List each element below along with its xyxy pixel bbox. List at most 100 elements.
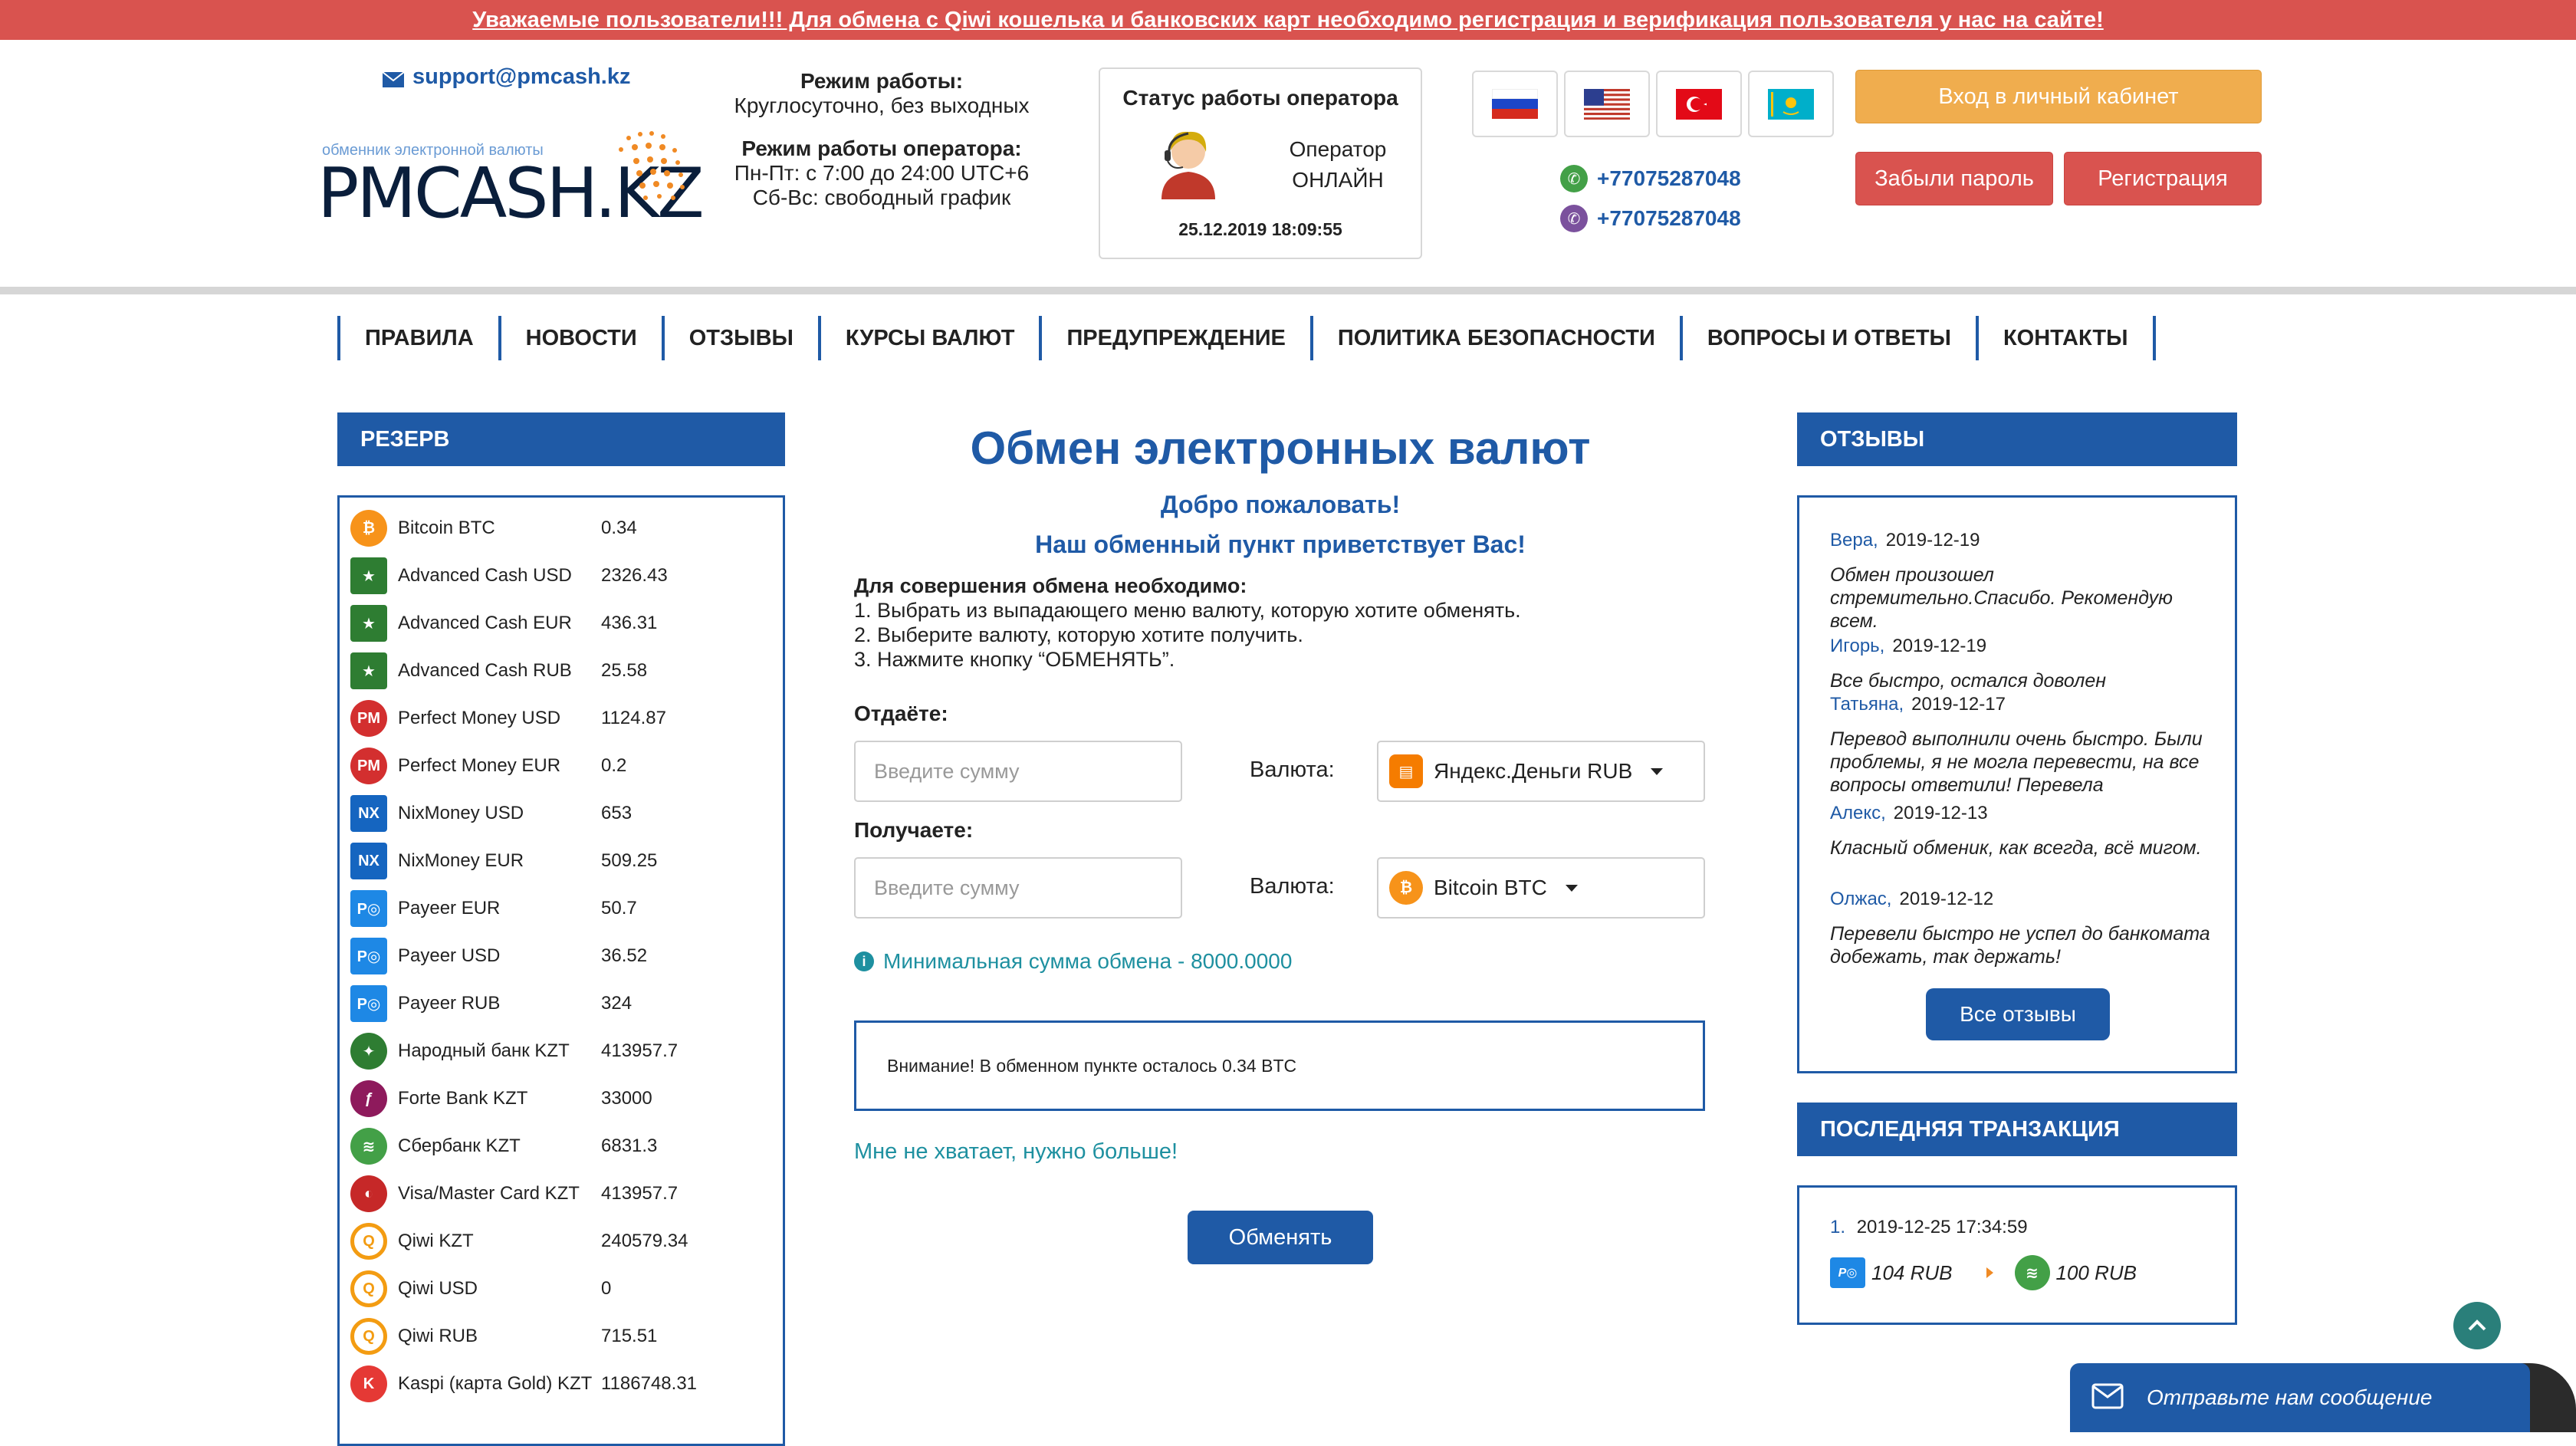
reserve-amount: 413957.7	[601, 1183, 678, 1204]
reserve-item: ✦ Народный банк KZT 413957.7	[350, 1031, 724, 1071]
payeer-icon: P◎	[350, 985, 387, 1022]
reserve-header: РЕЗЕРВ	[337, 412, 785, 466]
chevron-down-icon	[1651, 767, 1664, 775]
login-button[interactable]: Вход в личный кабинет	[1855, 70, 2262, 123]
reserve-item: PM Perfect Money USD 1124.87	[350, 698, 724, 738]
receive-label: Получаете:	[854, 818, 974, 842]
reserve-amount: 436.31	[601, 613, 658, 633]
transaction-to-amount: 100 RUB	[2055, 1260, 2137, 1284]
receive-currency-value: Bitcoin BTC	[1434, 876, 1547, 899]
chat-widget[interactable]: Отправьте нам сообщение	[2070, 1363, 2530, 1432]
all-reviews-button[interactable]: Все отзывы	[1926, 988, 2110, 1040]
payeer-icon: P◎	[1830, 1257, 1865, 1288]
reserve-currency-name: Visa/Master Card KZT	[398, 1183, 580, 1204]
reserve-item: Q Qiwi RUB 715.51	[350, 1316, 724, 1356]
minimum-amount-text: Минимальная сумма обмена - 8000.0000	[883, 949, 1293, 973]
reserve-amount: 240579.34	[601, 1231, 688, 1251]
working-hours: Режим работы: Круглосуточно, без выходны…	[713, 69, 1050, 210]
reserve-currency-name: Народный банк KZT	[398, 1040, 570, 1061]
support-email-link[interactable]: support@pmcash.kz	[382, 64, 631, 90]
whatsapp-phone-link[interactable]: ✆ +77075287048	[1560, 165, 1741, 192]
transaction-from-amount: 104 RUB	[1871, 1260, 1953, 1284]
nav-reviews[interactable]: ОТЗЫВЫ	[661, 316, 818, 360]
whatsapp-icon: ✆	[1560, 165, 1588, 192]
language-kz-button[interactable]	[1748, 71, 1834, 137]
review-author: Алекс,	[1830, 803, 1886, 823]
viber-icon: ✆	[1560, 205, 1588, 232]
reserve-item: K Kaspi (карта Gold) KZT 1186748.31	[350, 1364, 724, 1404]
page-title: Обмен электронных валют	[970, 422, 1591, 474]
nixmoney-icon: NX	[350, 843, 387, 879]
sberbank-icon: ≋	[2014, 1255, 2050, 1290]
payeer-icon: P◎	[350, 890, 387, 927]
forgot-password-button[interactable]: Забыли пароль	[1855, 152, 2053, 205]
register-button[interactable]: Регистрация	[2064, 152, 2262, 205]
exchange-button[interactable]: Обменять	[1188, 1211, 1373, 1264]
instruction-step-1: 1. Выбрать из выпадающего меню валюту, к…	[854, 599, 1521, 622]
perfect-money-icon: PM	[350, 748, 387, 784]
operator-hours-title: Режим работы оператора:	[741, 136, 1022, 160]
operator-hours-weekdays: Пн-Пт: с 7:00 до 24:00 UTC+6	[734, 161, 1030, 185]
operator-status-title: Статус работы оператора	[1122, 86, 1398, 110]
welcome-text: Добро пожаловать!	[1160, 491, 1401, 518]
give-currency-select[interactable]: ▤ Яндекс.Деньги RUB	[1377, 741, 1705, 802]
payeer-icon: P◎	[350, 938, 387, 974]
reserve-currency-name: Advanced Cash EUR	[398, 613, 572, 633]
nav-faq[interactable]: ВОПРОСЫ И ОТВЕТЫ	[1679, 316, 1976, 360]
whatsapp-phone-text[interactable]: +77075287048	[1597, 166, 1741, 191]
transaction-flow: P◎ 104 RUB ≋ 100 RUB	[1830, 1255, 2137, 1290]
viber-phone-text[interactable]: +77075287048	[1597, 206, 1741, 231]
nav-exchange-rates[interactable]: КУРСЫ ВАЛЮТ	[817, 316, 1040, 360]
chevron-down-icon	[1565, 884, 1578, 892]
review-date: 2019-12-12	[1899, 889, 1994, 909]
scroll-to-top-button[interactable]	[2453, 1302, 2501, 1349]
reserve-currency-name: Сбербанк KZT	[398, 1135, 521, 1156]
instructions-title: Для совершения обмена необходимо:	[854, 574, 1247, 597]
reserve-amount: 413957.7	[601, 1040, 678, 1061]
nav-security-policy[interactable]: ПОЛИТИКА БЕЗОПАСНОСТИ	[1309, 316, 1680, 360]
reserve-list: ₿ Bitcoin BTC 0.34 ★ Advanced Cash USD 2326.4…	[337, 495, 785, 1446]
nav-news[interactable]: НОВОСТИ	[498, 316, 662, 360]
language-tr-button[interactable]	[1656, 71, 1742, 137]
reserve-item: P◎ Payeer EUR 50.7	[350, 889, 724, 928]
bitcoin-icon: ₿	[350, 510, 387, 547]
nav-contacts[interactable]: КОНТАКТЫ	[1975, 316, 2153, 360]
bitcoin-icon: ₿	[1389, 871, 1423, 905]
give-amount-input[interactable]: Введите сумму	[854, 741, 1182, 802]
receive-amount-input[interactable]: Введите сумму	[854, 857, 1182, 919]
language-en-button[interactable]	[1564, 71, 1650, 137]
reserve-currency-name: Perfect Money EUR	[398, 755, 561, 776]
reserve-amount: 1186748.31	[601, 1373, 698, 1394]
reviews-header: ОТЗЫВЫ	[1797, 412, 2237, 466]
reserve-currency-name: Forte Bank KZT	[398, 1088, 528, 1109]
need-more-link[interactable]: Мне не хватает, нужно больше!	[854, 1139, 1178, 1165]
main-navigation: ПРАВИЛА НОВОСТИ ОТЗЫВЫ КУРСЫ ВАЛЮТ ПРЕДУ…	[337, 316, 2156, 360]
envelope-icon	[2091, 1383, 2124, 1409]
receive-currency-select[interactable]: ₿ Bitcoin BTC	[1377, 857, 1705, 919]
give-currency-value: Яндекс.Деньги RUB	[1434, 759, 1633, 783]
review-text: Перевод выполнили очень быстро. Были про…	[1830, 728, 2203, 796]
qiwi-icon: Q	[350, 1223, 387, 1260]
reserve-amount: 50.7	[601, 898, 637, 919]
status-datetime: 25.12.2019 18:09:55	[1178, 219, 1342, 239]
visa-mastercard-icon: ◐	[350, 1175, 387, 1212]
review-author: Вера,	[1830, 530, 1878, 550]
nav-rules[interactable]: ПРАВИЛА	[337, 316, 498, 360]
nav-warning[interactable]: ПРЕДУПРЕЖДЕНИЕ	[1039, 316, 1309, 360]
review-text: Перевели быстро не успел до банкомата до…	[1830, 923, 2210, 968]
operator-avatar-icon	[1162, 131, 1215, 199]
qiwi-icon: Q	[350, 1318, 387, 1355]
reserve-currency-name: NixMoney USD	[398, 803, 524, 823]
transaction-index: 1.	[1830, 1217, 1846, 1237]
support-email-text[interactable]: support@pmcash.kz	[412, 64, 631, 90]
arrow-right-icon	[1986, 1267, 1993, 1278]
reserve-item: Q Qiwi KZT 240579.34	[350, 1221, 724, 1261]
top-announcement-banner[interactable]: Уважаемые пользователи!!! Для обмена с Q…	[0, 0, 2576, 40]
reserve-amount: 36.52	[601, 945, 648, 966]
reserve-item: ★ Advanced Cash EUR 436.31	[350, 603, 724, 643]
reserve-item: ≋ Сбербанк KZT 6831.3	[350, 1126, 724, 1166]
give-currency-label: Валюта:	[1250, 758, 1335, 782]
language-ru-button[interactable]	[1472, 71, 1558, 137]
tr-flag-icon	[1676, 88, 1722, 120]
viber-phone-link[interactable]: ✆ +77075287048	[1560, 205, 1741, 232]
